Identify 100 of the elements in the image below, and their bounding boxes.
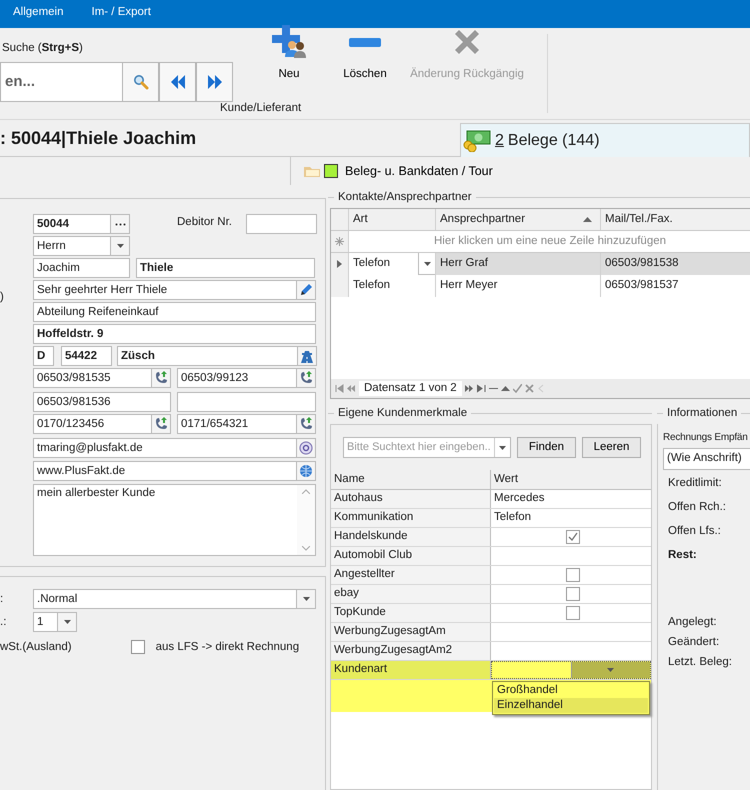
scrollbar[interactable] <box>297 485 315 555</box>
input-field[interactable]: Hoffeldstr. 9 <box>33 324 316 344</box>
input-field[interactable]: Sehr geehrter Herr Thiele <box>33 280 297 300</box>
next-icon[interactable] <box>464 384 474 393</box>
ribbon-tab[interactable]: Allgemein <box>13 6 64 28</box>
dial-button[interactable] <box>297 368 316 388</box>
group-title: Kontakte/Ansprechpartner <box>338 190 472 204</box>
toolbar-button[interactable]: Löschen <box>330 25 400 102</box>
previous-button[interactable] <box>159 62 196 102</box>
folder-icon <box>303 164 321 178</box>
edit-button[interactable] <box>297 280 316 300</box>
input-field[interactable]: D <box>33 346 54 366</box>
toolbar-button[interactable]: Neu <box>261 25 317 102</box>
checkbox[interactable] <box>566 530 580 544</box>
field-label: Rest: <box>668 549 698 563</box>
checkbox[interactable] <box>566 606 580 620</box>
dropdown-button[interactable] <box>418 253 435 275</box>
input-field[interactable]: 06503/981536 <box>33 392 171 412</box>
input-field[interactable]: Thiele <box>136 258 315 278</box>
checkbox[interactable] <box>566 568 580 582</box>
property-name: Handelskunde <box>331 528 491 546</box>
property-name: TopKunde <box>331 604 491 622</box>
minus-icon <box>349 38 381 47</box>
status-square-icon <box>324 164 338 178</box>
input-field[interactable]: tmaring@plusfakt.de <box>33 438 297 458</box>
input-field[interactable] <box>177 392 316 412</box>
price-combo[interactable]: .Normal <box>33 589 297 609</box>
column-header[interactable]: Wert <box>491 470 651 489</box>
dial-button[interactable] <box>297 414 316 434</box>
field-label: Angelegt: <box>668 616 718 630</box>
dropdown-button[interactable] <box>111 236 130 256</box>
input-field[interactable]: 50044 <box>33 214 111 234</box>
last-icon[interactable] <box>476 384 486 393</box>
action-button[interactable]: Leeren <box>582 437 641 458</box>
checkbox[interactable] <box>566 587 580 601</box>
route-button[interactable] <box>298 346 317 366</box>
property-name: WerbungZugesagtAm <box>331 623 491 641</box>
input-field[interactable]: Joachim <box>33 258 130 278</box>
checkbox-label: aus LFS -> direkt Rechnung <box>156 640 300 654</box>
input-field[interactable]: 06503/99123 <box>177 368 297 388</box>
ribbon-tab[interactable]: Im- / Export <box>92 6 151 28</box>
field-label: wSt.(Ausland) <box>0 640 72 654</box>
web-button[interactable] <box>297 461 316 481</box>
up-icon[interactable] <box>500 384 510 393</box>
search-field[interactable]: en... <box>0 62 122 102</box>
checkbox[interactable] <box>130 640 145 654</box>
documents-tab[interactable]: 2 Belege (144) <box>460 123 750 157</box>
field-label: Offen Rch.: <box>668 501 727 515</box>
note-field[interactable]: mein allerbester Kunde <box>33 484 316 556</box>
field-label: : <box>0 592 4 606</box>
input-field[interactable] <box>246 214 317 234</box>
next-button[interactable] <box>196 62 233 102</box>
property-name: Automobil Club <box>331 547 491 565</box>
dropdown-list[interactable]: Großhandel Einzelhandel <box>492 681 650 715</box>
column-header[interactable]: Art <box>349 209 436 230</box>
dial-button[interactable] <box>152 368 171 388</box>
first-icon[interactable] <box>335 384 344 393</box>
check-icon[interactable] <box>512 384 522 393</box>
input-field[interactable]: Züsch <box>117 346 298 366</box>
input-field[interactable]: 0171/654321 <box>177 414 297 434</box>
cancel-icon[interactable] <box>524 384 534 393</box>
type-combo[interactable]: Telefon <box>349 253 436 275</box>
column-header[interactable]: Mail/Tel./Fax. <box>601 209 750 230</box>
check-icon <box>568 532 578 542</box>
input-field[interactable]: 0170/123456 <box>33 414 152 434</box>
property-name: Autohaus <box>331 490 491 508</box>
action-button[interactable]: Finden <box>517 437 576 458</box>
at-icon <box>299 441 313 455</box>
record-title: : 50044|Thiele Joachim <box>0 127 196 150</box>
table-cell: Herr Meyer <box>436 275 601 297</box>
recipient-combo[interactable]: (Wie Anschrift) <box>663 448 750 470</box>
down-icon <box>302 546 310 551</box>
previous-icon[interactable] <box>347 384 356 393</box>
search-field[interactable]: Bitte Suchtext hier eingeben.. <box>343 437 511 458</box>
caret-icon <box>116 244 124 248</box>
column-header[interactable]: Ansprechpartner <box>436 209 601 230</box>
dropdown-option[interactable]: Großhandel <box>494 683 648 698</box>
double-left-icon <box>170 74 186 90</box>
email-button[interactable] <box>297 438 316 458</box>
banknote-icon <box>463 130 491 152</box>
input-field[interactable]: 06503/981535 <box>33 368 152 388</box>
caret-icon <box>499 446 506 450</box>
input-field[interactable]: www.PlusFakt.de <box>33 461 297 481</box>
property-name: Kundenart <box>331 661 491 679</box>
ellipsis-button[interactable] <box>111 214 130 234</box>
input-field[interactable]: Abteilung Reifeneinkauf <box>33 302 316 322</box>
dial-button[interactable] <box>152 414 171 434</box>
number-combo[interactable]: 1 <box>33 612 58 632</box>
search-label: Suche (Strg+S) <box>2 42 83 56</box>
search-button[interactable] <box>122 62 159 102</box>
dropdown-button[interactable] <box>58 612 77 632</box>
salutation-combo[interactable]: Herrn <box>33 236 111 256</box>
dropdown-button[interactable] <box>297 589 316 609</box>
input-field[interactable]: 54422 <box>61 346 112 366</box>
dropdown-option[interactable]: Einzelhandel <box>494 698 648 713</box>
phone-icon <box>299 417 313 431</box>
property-name: ebay <box>331 585 491 603</box>
double-right-icon <box>206 74 222 90</box>
table-cell: Herr Graf <box>436 253 601 275</box>
value-combo[interactable] <box>491 661 651 679</box>
